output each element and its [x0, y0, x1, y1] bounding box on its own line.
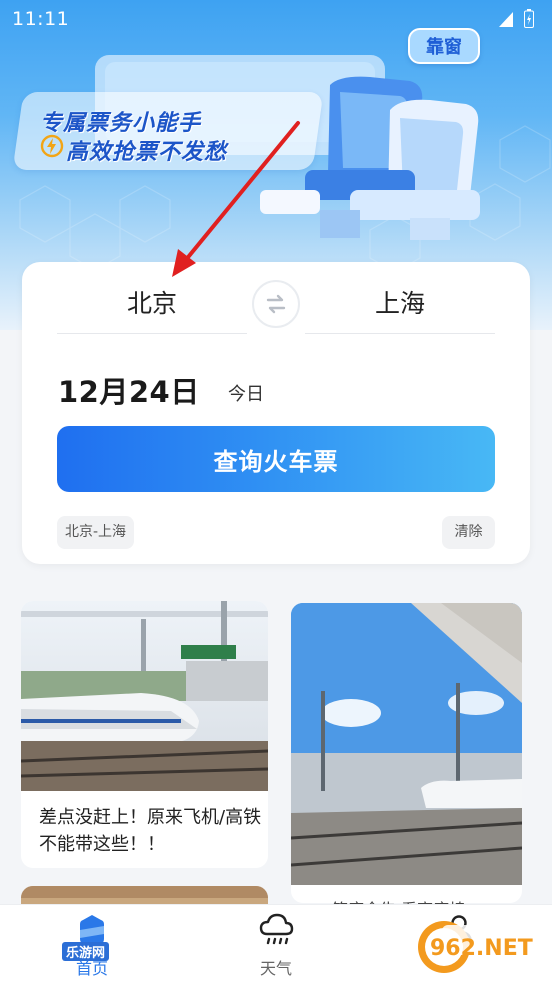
swap-arrows-icon — [266, 294, 286, 314]
watermark-subtext: 乐游网 — [62, 942, 110, 961]
lightning-icon — [40, 134, 64, 158]
article-card[interactable] — [291, 603, 522, 903]
slogan-line-2: 高效抢票不发愁 — [66, 140, 228, 165]
watermark-text: 962.NET — [430, 936, 533, 961]
weather-cloud-rain-icon — [259, 913, 294, 945]
nav-weather-label: 天气 — [259, 959, 292, 978]
train-photo-2 — [291, 603, 522, 885]
signal-icon — [499, 11, 513, 27]
history-chip[interactable]: 北京-上海 — [57, 516, 135, 549]
status-time: 11:11 — [12, 8, 70, 30]
search-tickets-label: 查询火车票 — [213, 447, 339, 476]
article-card[interactable]: 差点没赶上！原来飞机/高铁不能带这些！！ — [21, 601, 268, 868]
clear-history-button[interactable]: 清除 — [442, 516, 495, 549]
arrival-city[interactable]: 上海 — [305, 286, 495, 334]
article-title: 差点没赶上！原来飞机/高铁不能带这些！！ — [39, 807, 262, 855]
swap-cities-button[interactable] — [252, 280, 300, 328]
nav-weather[interactable]: 天气 — [221, 905, 331, 981]
search-tickets-button[interactable]: 查询火车票 — [57, 426, 495, 492]
train-photo-1 — [21, 601, 268, 791]
departure-city[interactable]: 北京 — [57, 286, 247, 334]
departure-date[interactable]: 12月24日 — [58, 369, 200, 411]
slogan-line-1: 专属票务小能手 — [40, 111, 202, 136]
site-watermark-logo: 962.NET — [418, 921, 546, 973]
date-hint: 今日 — [228, 384, 264, 405]
battery-charging-icon — [524, 9, 534, 28]
window-seat-tag: 靠窗 — [408, 28, 480, 64]
